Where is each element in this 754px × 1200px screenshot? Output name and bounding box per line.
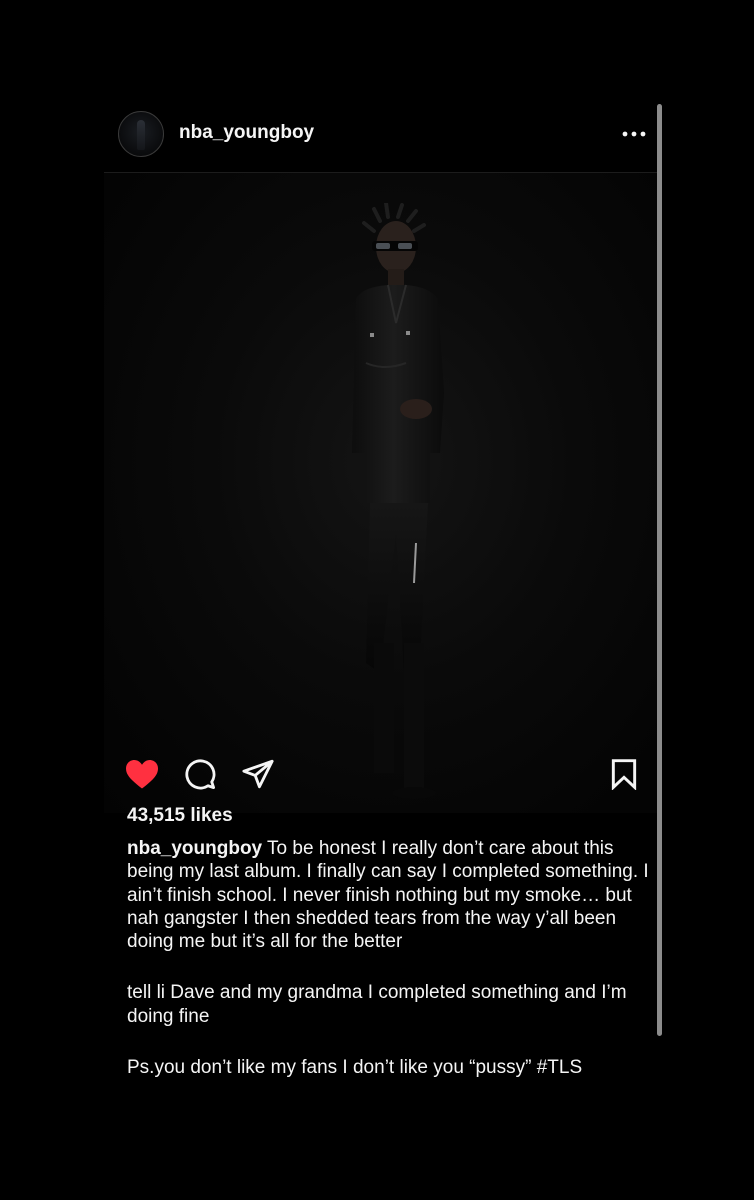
instagram-post: nba_youngboy 43,515 likes nba_youngboy T… — [104, 104, 660, 1104]
caption-text: Ps.you don’t like my fans I don’t like y… — [127, 1057, 537, 1079]
avatar-figure — [137, 120, 145, 150]
share-button[interactable] — [238, 754, 278, 794]
more-options-button[interactable] — [612, 120, 656, 148]
caption-username[interactable]: nba_youngboy — [127, 838, 262, 859]
post-header: nba_youngboy — [104, 104, 660, 173]
post-caption: nba_youngboy To be honest I really don’t… — [127, 837, 652, 1079]
more-horizontal-icon — [622, 131, 646, 137]
post-image[interactable] — [104, 173, 660, 813]
post-actions — [104, 744, 660, 796]
caption-paragraph: Ps.you don’t like my fans I don’t like y… — [127, 1056, 652, 1079]
comment-button[interactable] — [180, 754, 220, 794]
post-username[interactable]: nba_youngboy — [179, 122, 314, 144]
caption-paragraph: nba_youngboy To be honest I really don’t… — [127, 837, 652, 953]
person-figure — [352, 203, 444, 799]
heart-icon — [126, 760, 158, 789]
caption-paragraph: tell li Dave and my grandma I completed … — [127, 982, 627, 1027]
like-button[interactable] — [122, 754, 162, 794]
likes-count[interactable]: 43,515 likes — [127, 805, 233, 827]
comment-icon — [185, 759, 216, 790]
bookmark-icon — [611, 759, 637, 790]
save-button[interactable] — [604, 754, 644, 794]
scrollbar[interactable] — [657, 104, 662, 1036]
share-icon — [242, 759, 274, 789]
hashtag-link[interactable]: #TLS — [537, 1057, 582, 1078]
avatar[interactable] — [118, 111, 164, 157]
